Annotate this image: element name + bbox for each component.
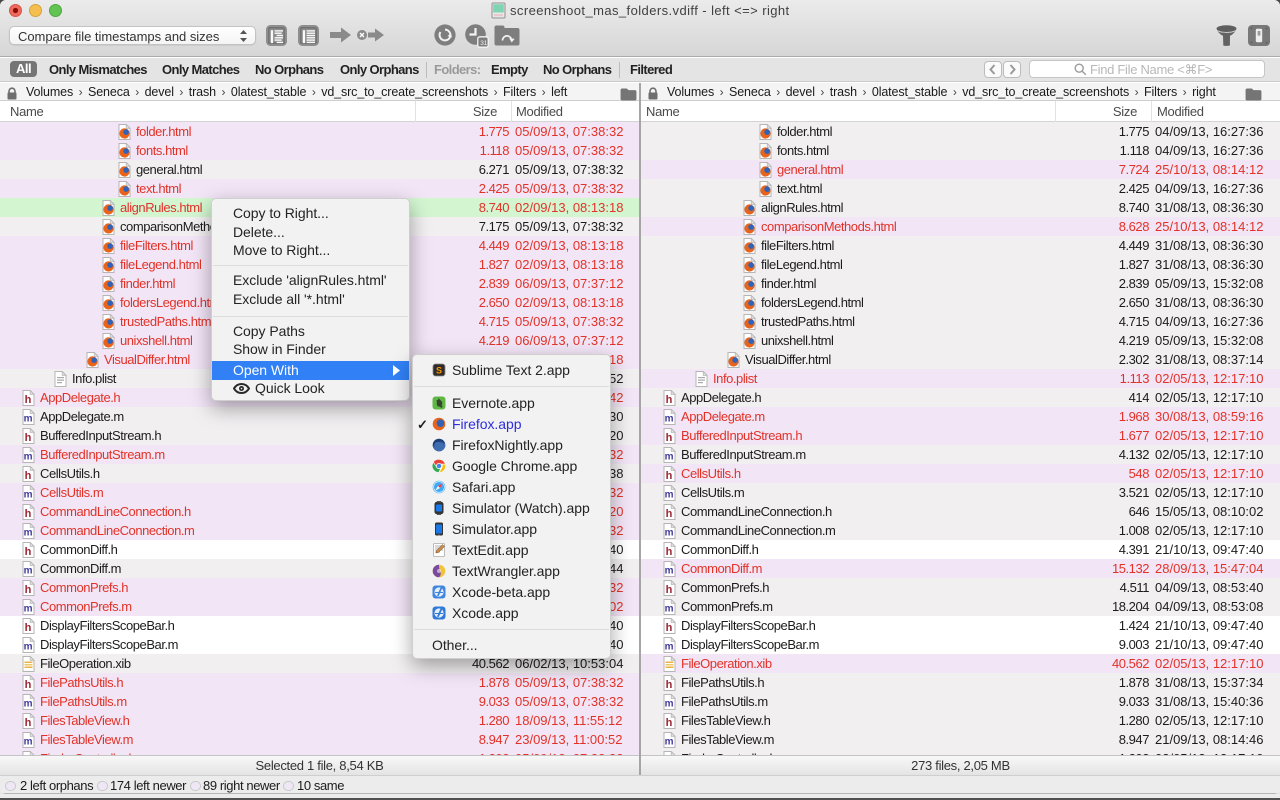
svg-text:m: m: [665, 489, 674, 500]
svg-text:m: m: [24, 736, 33, 747]
svg-text:h: h: [25, 679, 32, 691]
svg-text:m: m: [24, 698, 33, 709]
svg-text:m: m: [24, 603, 33, 614]
svg-text:h: h: [666, 717, 673, 729]
svg-text:m: m: [665, 527, 674, 538]
svg-text:h: h: [25, 546, 32, 558]
svg-text:h: h: [25, 584, 32, 596]
svg-text:h: h: [666, 679, 673, 691]
svg-text:h: h: [666, 394, 673, 406]
svg-text:h: h: [25, 717, 32, 729]
svg-text:m: m: [665, 451, 674, 462]
svg-text:h: h: [25, 622, 32, 634]
svg-text:m: m: [665, 698, 674, 709]
svg-text:h: h: [666, 432, 673, 444]
svg-text:m: m: [24, 413, 33, 424]
svg-text:S: S: [436, 366, 442, 376]
svg-text:h: h: [666, 508, 673, 520]
svg-text:m: m: [24, 489, 33, 500]
svg-text:h: h: [666, 622, 673, 634]
svg-text:m: m: [24, 451, 33, 462]
svg-text:h: h: [25, 470, 32, 482]
svg-text:m: m: [665, 413, 674, 424]
svg-text:h: h: [25, 432, 32, 444]
svg-text:m: m: [665, 736, 674, 747]
svg-text:m: m: [24, 565, 33, 576]
svg-text:h: h: [666, 546, 673, 558]
svg-text:h: h: [25, 394, 32, 406]
svg-text:m: m: [665, 565, 674, 576]
svg-text:h: h: [25, 508, 32, 520]
svg-text:m: m: [24, 641, 33, 652]
svg-text:m: m: [665, 641, 674, 652]
svg-text:h: h: [666, 584, 673, 596]
svg-text:m: m: [665, 603, 674, 614]
svg-text:h: h: [666, 470, 673, 482]
svg-text:m: m: [24, 527, 33, 538]
